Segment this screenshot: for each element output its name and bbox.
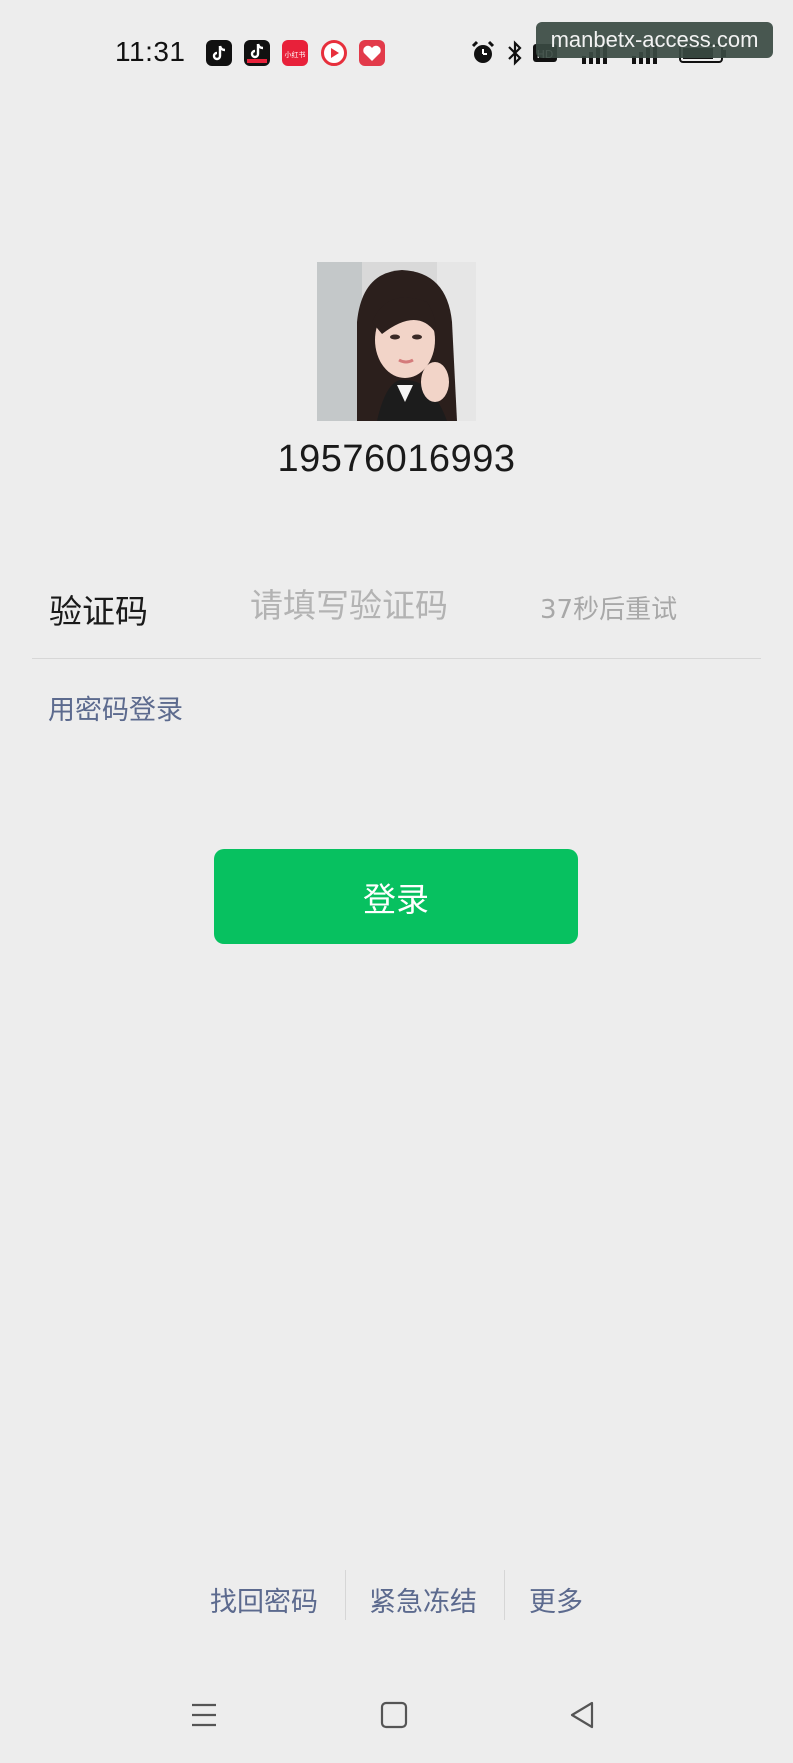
resend-countdown: 37秒后重试 [540, 595, 678, 625]
avatar [317, 262, 476, 421]
recover-password-link[interactable]: 找回密码 [210, 1580, 318, 1619]
xiaohongshu-icon: 小红书 [282, 40, 308, 66]
more-link[interactable]: 更多 [529, 1580, 583, 1619]
tiktok-lite-icon [244, 40, 270, 66]
verification-code-row: 验证码 37秒后重试 [32, 575, 761, 659]
password-login-link[interactable]: 用密码登录 [48, 688, 183, 727]
emergency-freeze-link[interactable]: 紧急冻结 [369, 1580, 477, 1619]
bottom-links: 找回密码 紧急冻结 更多 [0, 1570, 793, 1626]
home-icon[interactable] [374, 1697, 414, 1733]
divider [345, 1570, 346, 1620]
bluetooth-icon [508, 40, 522, 66]
shopping-app-icon [359, 40, 385, 66]
tiktok-icon [206, 40, 232, 66]
status-bar: 11:31 小红书 HD manbetx-access.com [0, 0, 793, 100]
menu-icon[interactable] [184, 1697, 224, 1733]
divider [504, 1570, 505, 1620]
account-phone: 19576016993 [277, 438, 516, 480]
status-time: 11:31 [115, 36, 186, 67]
verification-code-label: 验证码 [49, 592, 148, 631]
login-button[interactable]: 登录 [214, 849, 578, 944]
verification-code-input[interactable] [250, 581, 490, 629]
back-icon[interactable] [563, 1697, 603, 1733]
svg-text:小红书: 小红书 [285, 50, 306, 59]
alarm-icon [471, 40, 495, 63]
video-app-icon [321, 40, 347, 66]
navigation-bar [0, 1685, 793, 1745]
watermark: manbetx-access.com [536, 22, 773, 58]
